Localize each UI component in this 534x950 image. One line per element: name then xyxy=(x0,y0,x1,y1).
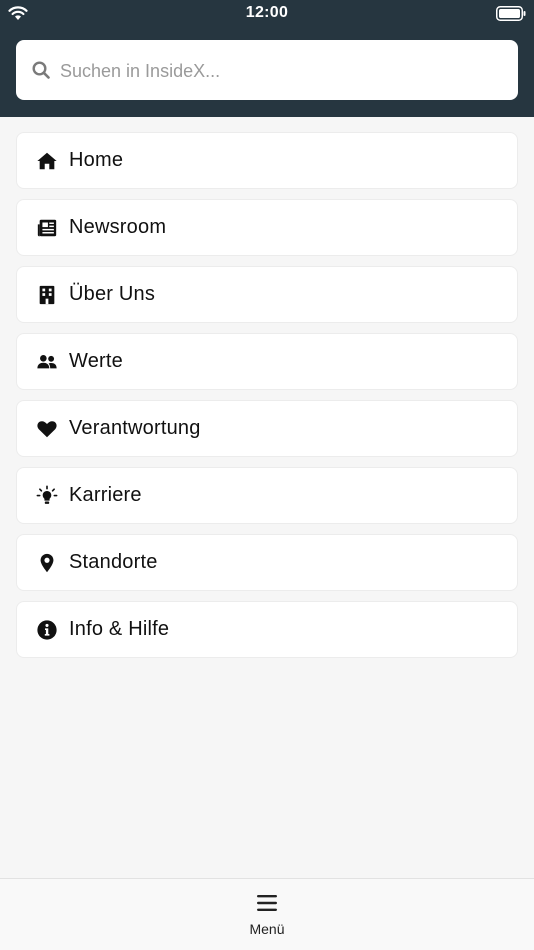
status-bar: 12:00 xyxy=(0,0,534,28)
menu-item-label: Standorte xyxy=(69,551,158,573)
menu-item-werte[interactable]: Werte xyxy=(16,333,518,390)
menu-item-label: Karriere xyxy=(69,484,142,506)
menu-list: Home Newsroom Über Uns Werte Verantwortu… xyxy=(16,132,518,668)
users-icon xyxy=(36,351,58,373)
menu-item-home[interactable]: Home xyxy=(16,132,518,189)
search-input[interactable] xyxy=(60,58,500,84)
menu-item-label: Newsroom xyxy=(69,216,167,238)
menu-item-label: Werte xyxy=(69,350,123,372)
lightbulb-icon xyxy=(36,485,58,507)
menu-item-label: Über Uns xyxy=(69,283,156,305)
menu-item-standorte[interactable]: Standorte xyxy=(16,534,518,591)
menu-item-ueber-uns[interactable]: Über Uns xyxy=(16,266,518,323)
menu-item-newsroom[interactable]: Newsroom xyxy=(16,199,518,256)
hamburger-icon xyxy=(257,895,277,911)
info-icon xyxy=(36,619,58,641)
tab-menu-label: Menü xyxy=(249,921,285,937)
home-icon xyxy=(36,150,58,172)
status-time: 12:00 xyxy=(245,4,289,21)
menu-item-label: Home xyxy=(69,149,124,171)
tab-menu[interactable]: Menü xyxy=(227,889,307,945)
search-icon xyxy=(32,61,50,79)
heart-icon xyxy=(36,418,58,440)
map-pin-icon xyxy=(36,552,58,574)
menu-item-verantwortung[interactable]: Verantwortung xyxy=(16,400,518,457)
menu-item-label: Info & Hilfe xyxy=(69,618,170,640)
app-header: 12:00 xyxy=(0,0,534,117)
building-icon xyxy=(36,284,58,306)
tab-bar: Menü xyxy=(0,878,534,950)
battery-icon xyxy=(496,6,526,21)
newspaper-icon xyxy=(36,217,58,239)
menu-item-label: Verantwortung xyxy=(69,417,201,439)
menu-item-info-hilfe[interactable]: Info & Hilfe xyxy=(16,601,518,658)
menu-item-karriere[interactable]: Karriere xyxy=(16,467,518,524)
